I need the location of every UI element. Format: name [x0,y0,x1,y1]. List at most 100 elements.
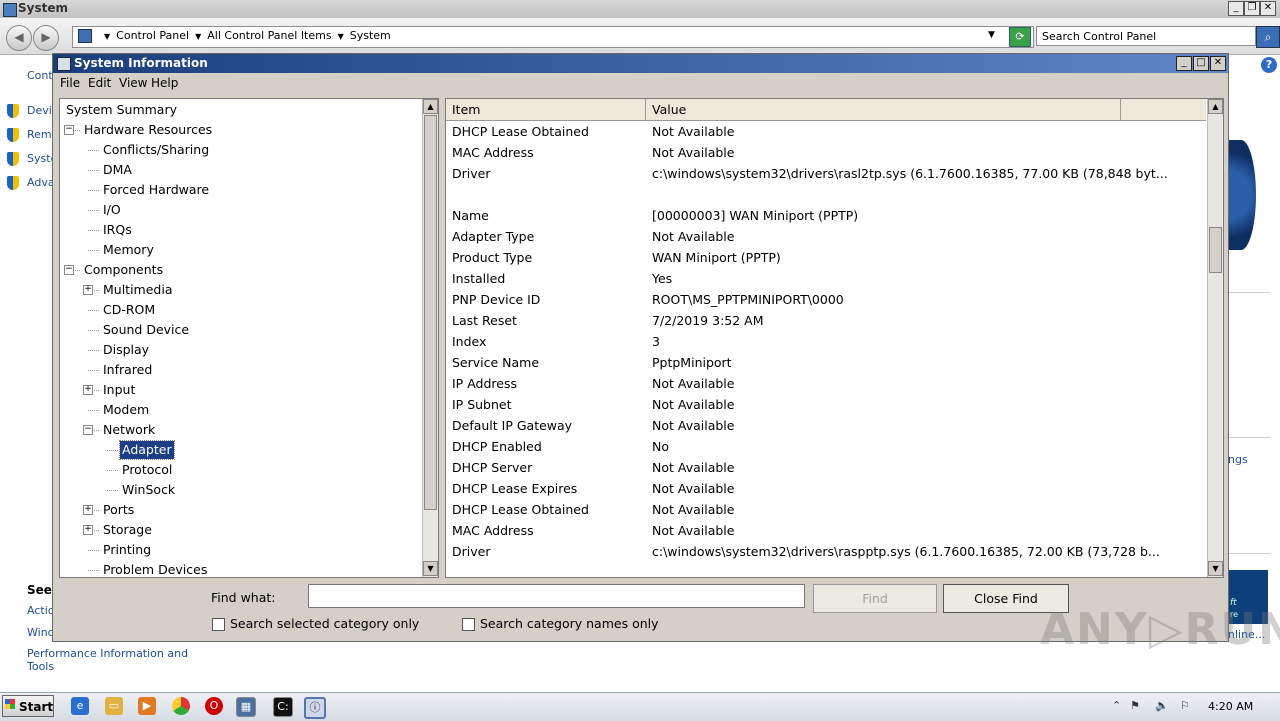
menu-help[interactable]: Help [151,76,178,90]
maximize-button[interactable]: ❐ [1244,1,1260,16]
scroll-thumb[interactable] [424,115,437,510]
table-row[interactable]: MAC Address Not Available [446,142,1206,163]
table-row[interactable]: DHCP Lease Obtained Not Available [446,121,1206,142]
table-row[interactable]: PNP Device ID ROOT\MS_PPTPMINIPORT\0000 [446,289,1206,310]
media-player-icon[interactable]: ▶ [138,697,156,715]
control-panel-taskbar-icon[interactable]: ▦ [236,697,256,717]
tree-item-network[interactable]: Network [101,421,157,439]
table-scrollbar[interactable]: ▲ ▼ [1207,99,1223,577]
control-panel-home-link[interactable]: Cont [27,69,53,82]
table-row[interactable]: Last Reset 7/2/2019 3:52 AM [446,310,1206,331]
menu-view[interactable]: View [119,76,147,90]
tree-item-memory[interactable]: Memory [101,241,156,259]
tree-item-hardware-resources[interactable]: Hardware Resources [82,121,214,139]
table-row[interactable]: Default IP Gateway Not Available [446,415,1206,436]
minimize-button[interactable]: _ [1176,56,1192,71]
chrome-icon[interactable] [172,697,190,715]
find-button[interactable]: Find [813,584,937,613]
tree-item-dma[interactable]: DMA [101,161,134,179]
back-button[interactable]: ◀ [6,25,32,51]
tree-item-multimedia[interactable]: Multimedia [101,281,175,299]
breadcrumb-all-items[interactable]: All Control Panel Items [207,29,331,42]
system-information-titlebar[interactable] [53,54,1228,73]
close-button[interactable]: ✕ [1260,1,1276,16]
search-icon[interactable]: ⌕ [1256,26,1280,48]
table-row[interactable]: Index 3 [446,331,1206,352]
tree-item-adapter[interactable]: Adapter [119,440,175,460]
column-header-item[interactable]: Item [446,99,646,120]
cmd-icon[interactable]: C: [273,697,293,717]
clock[interactable]: 4:20 AM [1208,700,1253,713]
chevron-down-icon[interactable]: ▼ [104,32,110,41]
tree-item-winsock[interactable]: WinSock [120,481,177,499]
tree-item-display[interactable]: Display [101,341,151,359]
tree-item-system-summary[interactable]: System Summary [64,101,179,119]
find-what-input[interactable] [308,584,805,608]
maximize-button[interactable]: □ [1193,56,1209,71]
tree-item-components[interactable]: Components [82,261,165,279]
table-row[interactable] [446,184,1206,205]
breadcrumb[interactable]: ▼ Control Panel ▼ All Control Panel Items ▼ S… [98,29,391,42]
tree-item-cd-rom[interactable]: CD-ROM [101,301,157,319]
expand-icon[interactable]: + [83,505,93,515]
column-header-value[interactable]: Value [646,99,1121,120]
network-icon[interactable]: ⚐ [1180,699,1190,712]
table-row[interactable]: Name [00000003] WAN Miniport (PPTP) [446,205,1206,226]
tree-item-input[interactable]: Input [101,381,137,399]
collapse-icon[interactable]: − [64,265,74,275]
windows-update-link[interactable]: Winc [27,626,54,639]
internet-explorer-icon[interactable]: e [71,697,89,715]
minimize-button[interactable]: _ [1228,1,1244,16]
search-category-names-checkbox[interactable] [462,618,475,631]
tree-item-problem-devices[interactable]: Problem Devices [101,561,209,577]
details-table[interactable]: Item Value DHCP Lease Obtained Not Availa… [445,98,1224,578]
tree-item-protocol[interactable]: Protocol [120,461,174,479]
table-row[interactable]: DHCP Lease Expires Not Available [446,478,1206,499]
opera-icon[interactable]: O [205,697,223,715]
address-dropdown-icon[interactable]: ▼ [988,30,995,40]
search-selected-category-label[interactable]: Search selected category only [230,616,419,631]
device-manager-link[interactable]: Devi [27,104,52,117]
refresh-button[interactable]: ⟳ [1009,27,1031,47]
table-row[interactable]: Product Type WAN Miniport (PPTP) [446,247,1206,268]
volume-icon[interactable]: 🔈 [1155,699,1169,712]
tree-scrollbar[interactable]: ▲ ▼ [422,99,438,577]
table-row[interactable]: Adapter Type Not Available [446,226,1206,247]
tree-item-printing[interactable]: Printing [101,541,153,559]
performance-info-link-line2[interactable]: Tools [27,660,54,673]
table-row[interactable]: Service Name PptpMiniport [446,352,1206,373]
expand-icon[interactable]: + [83,285,93,295]
breadcrumb-control-panel[interactable]: Control Panel [116,29,189,42]
tree-item-storage[interactable]: Storage [101,521,154,539]
tree-item-infrared[interactable]: Infrared [101,361,154,379]
table-row[interactable]: MAC Address Not Available [446,520,1206,541]
collapse-icon[interactable]: − [64,125,74,135]
table-row[interactable]: IP Address Not Available [446,373,1206,394]
table-row[interactable]: DHCP Server Not Available [446,457,1206,478]
scroll-down-button[interactable]: ▼ [423,561,438,576]
table-row[interactable]: Installed Yes [446,268,1206,289]
search-selected-category-checkbox[interactable] [212,618,225,631]
tree-item-conflicts-sharing[interactable]: Conflicts/Sharing [101,141,211,159]
category-tree[interactable]: System Summary Hardware Resources − Conflic… [59,98,439,578]
system-information-taskbar-icon[interactable]: ⓘ [304,697,326,719]
help-icon[interactable]: ? [1261,57,1277,73]
tree-item-ports[interactable]: Ports [101,501,136,519]
table-row[interactable]: Driver c:\windows\system32\drivers\rasppt… [446,541,1206,562]
action-center-link[interactable]: Actic [27,604,54,617]
tree-item-irqs[interactable]: IRQs [101,221,134,239]
search-input[interactable]: Search Control Panel [1036,26,1256,46]
scroll-thumb[interactable] [1209,227,1222,273]
tree-item-i-o[interactable]: I/O [101,201,123,219]
expand-icon[interactable]: + [83,385,93,395]
table-row[interactable]: DHCP Enabled No [446,436,1206,457]
table-row[interactable]: Driver c:\windows\system32\drivers\rasl2t… [446,163,1206,184]
table-row[interactable]: DHCP Lease Obtained Not Available [446,499,1206,520]
change-settings-link[interactable]: ngs [1228,453,1248,466]
breadcrumb-system[interactable]: System [350,29,391,42]
folder-icon[interactable]: ▭ [105,697,123,715]
scroll-up-button[interactable]: ▲ [423,99,438,114]
show-hidden-icons[interactable]: ⌃ [1112,699,1121,712]
collapse-icon[interactable]: − [83,425,93,435]
scroll-up-button[interactable]: ▲ [1208,99,1223,114]
